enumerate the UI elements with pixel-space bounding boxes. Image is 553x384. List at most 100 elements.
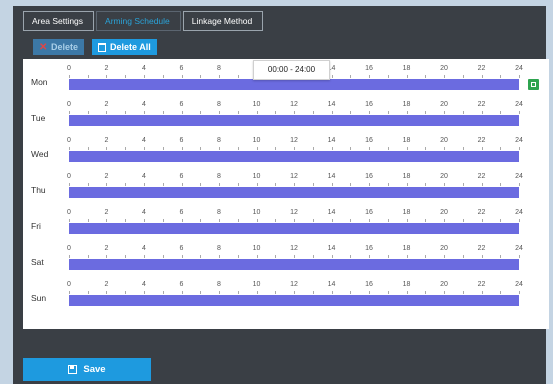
- hour-ruler: 024681012141618202224: [67, 209, 523, 222]
- schedule-bar[interactable]: [69, 223, 519, 234]
- hour-tick-mark: [425, 183, 427, 186]
- hour-tick-label: 14: [327, 245, 336, 252]
- hour-tick-mark: [125, 255, 127, 258]
- hour-tick-mark: [294, 255, 295, 258]
- hour-tick-mark: [500, 75, 502, 78]
- hour-tick-mark: [331, 291, 333, 294]
- hour-tick-mark: [312, 255, 314, 258]
- hour-tick-mark: [350, 111, 352, 114]
- hour-tick-mark: [500, 183, 502, 186]
- delete-all-button[interactable]: Delete All: [92, 39, 157, 55]
- tab-arming-schedule[interactable]: Arming Schedule: [96, 11, 181, 31]
- hour-tick-mark: [181, 291, 183, 294]
- hour-tick-label: 22: [477, 101, 486, 108]
- schedule-bar[interactable]: [69, 295, 519, 306]
- hour-tick-mark: [125, 111, 127, 114]
- hour-tick-label: 2: [104, 245, 109, 252]
- hour-tick-mark: [387, 255, 389, 258]
- hour-tick-mark: [368, 291, 370, 294]
- hour-tick-mark: [519, 291, 520, 294]
- schedule-bar[interactable]: [69, 79, 519, 90]
- hour-tick-mark: [312, 111, 314, 114]
- hour-tick-mark: [462, 147, 464, 150]
- hour-tick-label: 16: [365, 245, 373, 252]
- hour-tick-label: 20: [440, 245, 448, 252]
- hour-tick-label: 10: [252, 137, 261, 144]
- hour-tick-mark: [181, 255, 183, 258]
- hour-ruler: 024681012141618202224: [67, 101, 523, 114]
- hour-tick-mark: [350, 291, 352, 294]
- hour-tick-label: 16: [365, 65, 373, 72]
- schedule-bar[interactable]: [69, 115, 519, 126]
- tab-area-settings[interactable]: Area Settings: [23, 11, 95, 31]
- hour-tick-mark: [275, 183, 277, 186]
- hour-tick-mark: [106, 219, 108, 222]
- schedule-bar[interactable]: [69, 151, 519, 162]
- hour-tick-mark: [87, 147, 89, 150]
- delete-button[interactable]: ✕ Delete: [33, 39, 85, 55]
- hour-tick-label: 2: [104, 173, 109, 180]
- hour-tick-mark: [425, 255, 427, 258]
- hour-tick-mark: [256, 147, 258, 150]
- hour-tick-mark: [481, 255, 483, 258]
- hour-tick-label: 8: [217, 137, 221, 144]
- hour-tick-mark: [237, 291, 239, 294]
- hour-tick-label: 14: [327, 101, 336, 108]
- hour-tick-mark: [481, 75, 483, 78]
- hour-tick-mark: [444, 219, 445, 222]
- hour-tick-mark: [350, 147, 352, 150]
- hour-tick-mark: [406, 255, 408, 258]
- hour-tick-mark: [312, 183, 314, 186]
- hour-tick-label: 10: [252, 173, 261, 180]
- tab-linkage-method[interactable]: Linkage Method: [182, 11, 264, 31]
- day-label: Fri: [31, 221, 41, 231]
- hour-tick-label: 12: [290, 173, 298, 180]
- hour-tick-mark: [331, 255, 333, 258]
- hour-tick-mark: [481, 291, 483, 294]
- hour-ruler: 024681012141618202224: [67, 245, 523, 258]
- hour-tick-mark: [519, 183, 520, 186]
- hour-tick-mark: [143, 183, 145, 186]
- hour-tick-label: 18: [402, 209, 411, 216]
- hour-tick-label: 0: [67, 209, 71, 216]
- schedule-row-thu: Thu 0 2 4 6 8 10 12 14 16 18 20 22 24: [23, 167, 549, 203]
- hour-tick-label: 6: [179, 65, 184, 72]
- hour-tick-label: 14: [327, 173, 336, 180]
- hour-tick-mark: [462, 183, 464, 186]
- schedule-row-fri: Fri 0 2 4 6 8 10 12 14 16 18 20 22 24: [23, 203, 549, 239]
- day-label: Thu: [31, 185, 46, 195]
- save-button[interactable]: Save: [23, 358, 151, 381]
- schedule-bar[interactable]: [69, 187, 519, 198]
- hour-tick-label: 14: [327, 209, 336, 216]
- hour-tick-mark: [406, 219, 408, 222]
- hour-tick-label: 2: [104, 101, 109, 108]
- hour-tick-label: 0: [67, 245, 71, 252]
- hour-tick-label: 4: [142, 245, 146, 252]
- hour-tick-mark: [106, 75, 108, 78]
- hour-tick-mark: [368, 75, 370, 78]
- hour-tick-label: 10: [252, 209, 261, 216]
- hour-tick-mark: [181, 147, 183, 150]
- hour-tick-label: 18: [402, 245, 411, 252]
- hour-tick-mark: [406, 111, 408, 114]
- hour-tick-label: 22: [477, 65, 486, 72]
- hour-tick-mark: [162, 183, 164, 186]
- hour-tick-mark: [143, 219, 145, 222]
- hour-tick-mark: [462, 255, 464, 258]
- hour-tick-mark: [481, 183, 483, 186]
- hour-tick-mark: [237, 219, 239, 222]
- hour-tick-mark: [69, 147, 70, 150]
- hour-tick-mark: [481, 147, 483, 150]
- hour-tick-label: 6: [179, 245, 184, 252]
- hour-tick-mark: [350, 183, 352, 186]
- copy-schedule-icon[interactable]: [528, 79, 539, 90]
- hour-tick-mark: [106, 111, 108, 114]
- hour-tick-mark: [162, 291, 164, 294]
- tab-bar: Area Settings Arming Schedule Linkage Me…: [23, 11, 265, 31]
- hour-tick-mark: [125, 147, 127, 150]
- hour-tick-mark: [500, 147, 502, 150]
- hour-tick-mark: [87, 219, 89, 222]
- hour-tick-mark: [200, 183, 202, 186]
- hour-ruler: 024681012141618202224: [67, 281, 523, 294]
- schedule-bar[interactable]: [69, 259, 519, 270]
